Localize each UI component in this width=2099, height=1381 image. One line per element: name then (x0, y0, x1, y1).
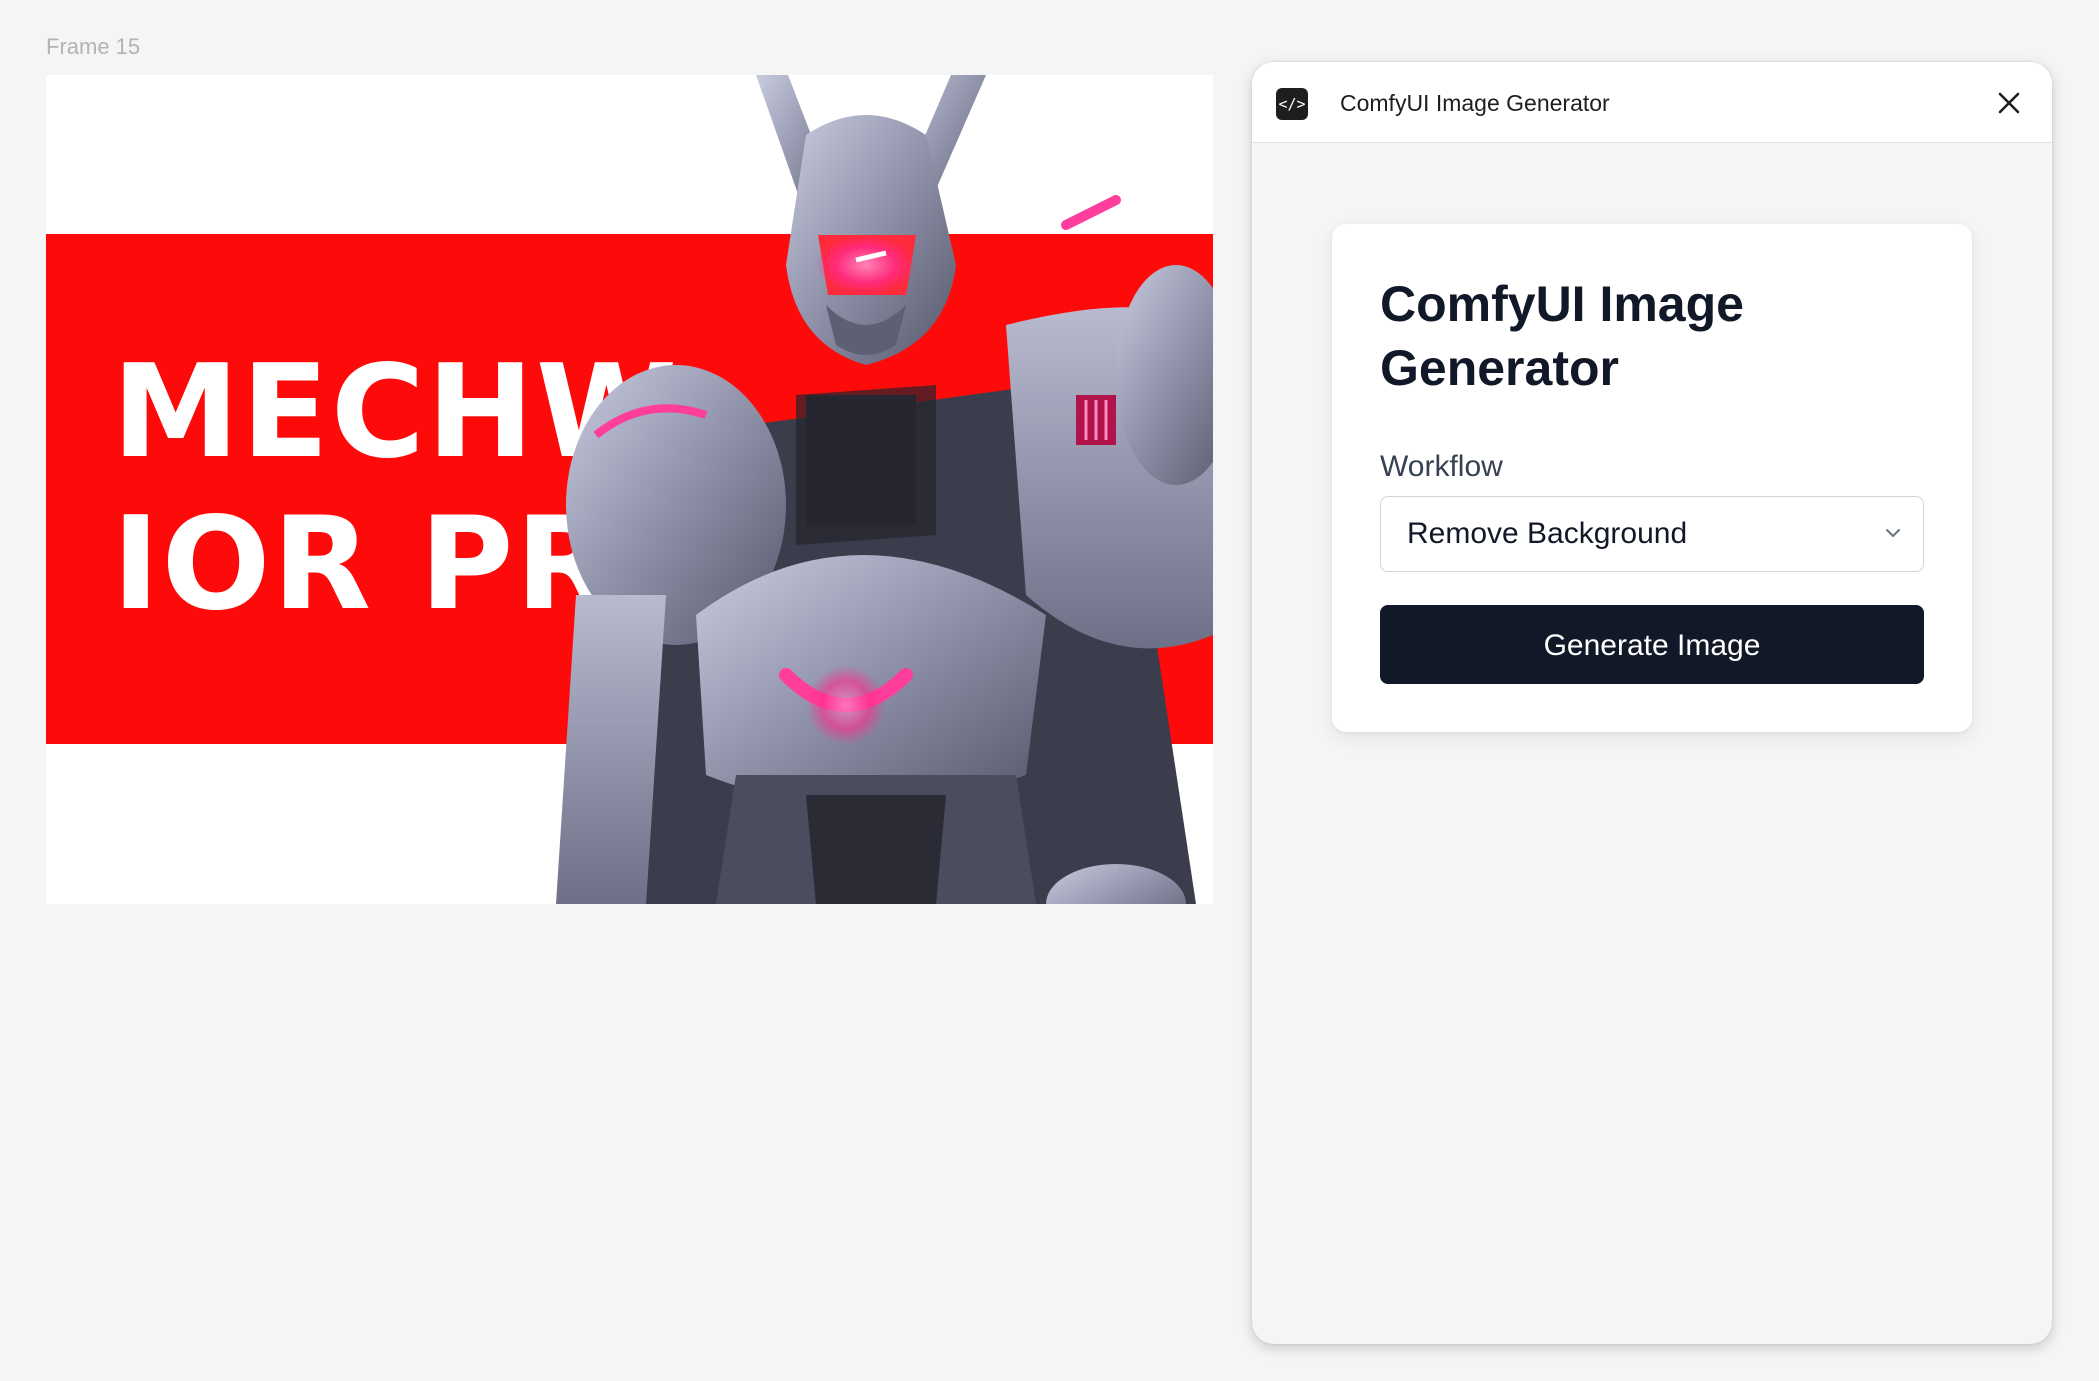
chevron-down-icon (1886, 529, 1900, 537)
workflow-select[interactable]: Remove Background (1380, 496, 1924, 572)
generator-card: ComfyUI Image Generator Workflow Remove … (1332, 224, 1972, 732)
figma-canvas: Frame 15 MECHW IOR PRO </> ComfyUI Image… (0, 0, 2099, 1381)
generate-image-button[interactable]: Generate Image (1380, 605, 1924, 684)
card-heading: ComfyUI Image Generator (1380, 276, 1744, 396)
thumbnail-frame[interactable]: MECHW IOR PRO (46, 75, 1213, 904)
close-button[interactable] (1992, 86, 2026, 120)
workflow-selected-value: Remove Background (1407, 517, 1688, 550)
plugin-header: </> ComfyUI Image Generator (1252, 62, 2052, 143)
mech-robot-image (556, 75, 1213, 904)
plugin-title: ComfyUI Image Generator (1340, 90, 1610, 116)
close-icon (1998, 92, 2020, 114)
code-icon: </> (1276, 88, 1308, 120)
workflow-label: Workflow (1380, 450, 1503, 483)
frame-label[interactable]: Frame 15 (46, 34, 140, 60)
plugin-panel: </> ComfyUI Image Generator ComfyUI Imag… (1252, 62, 2052, 1344)
